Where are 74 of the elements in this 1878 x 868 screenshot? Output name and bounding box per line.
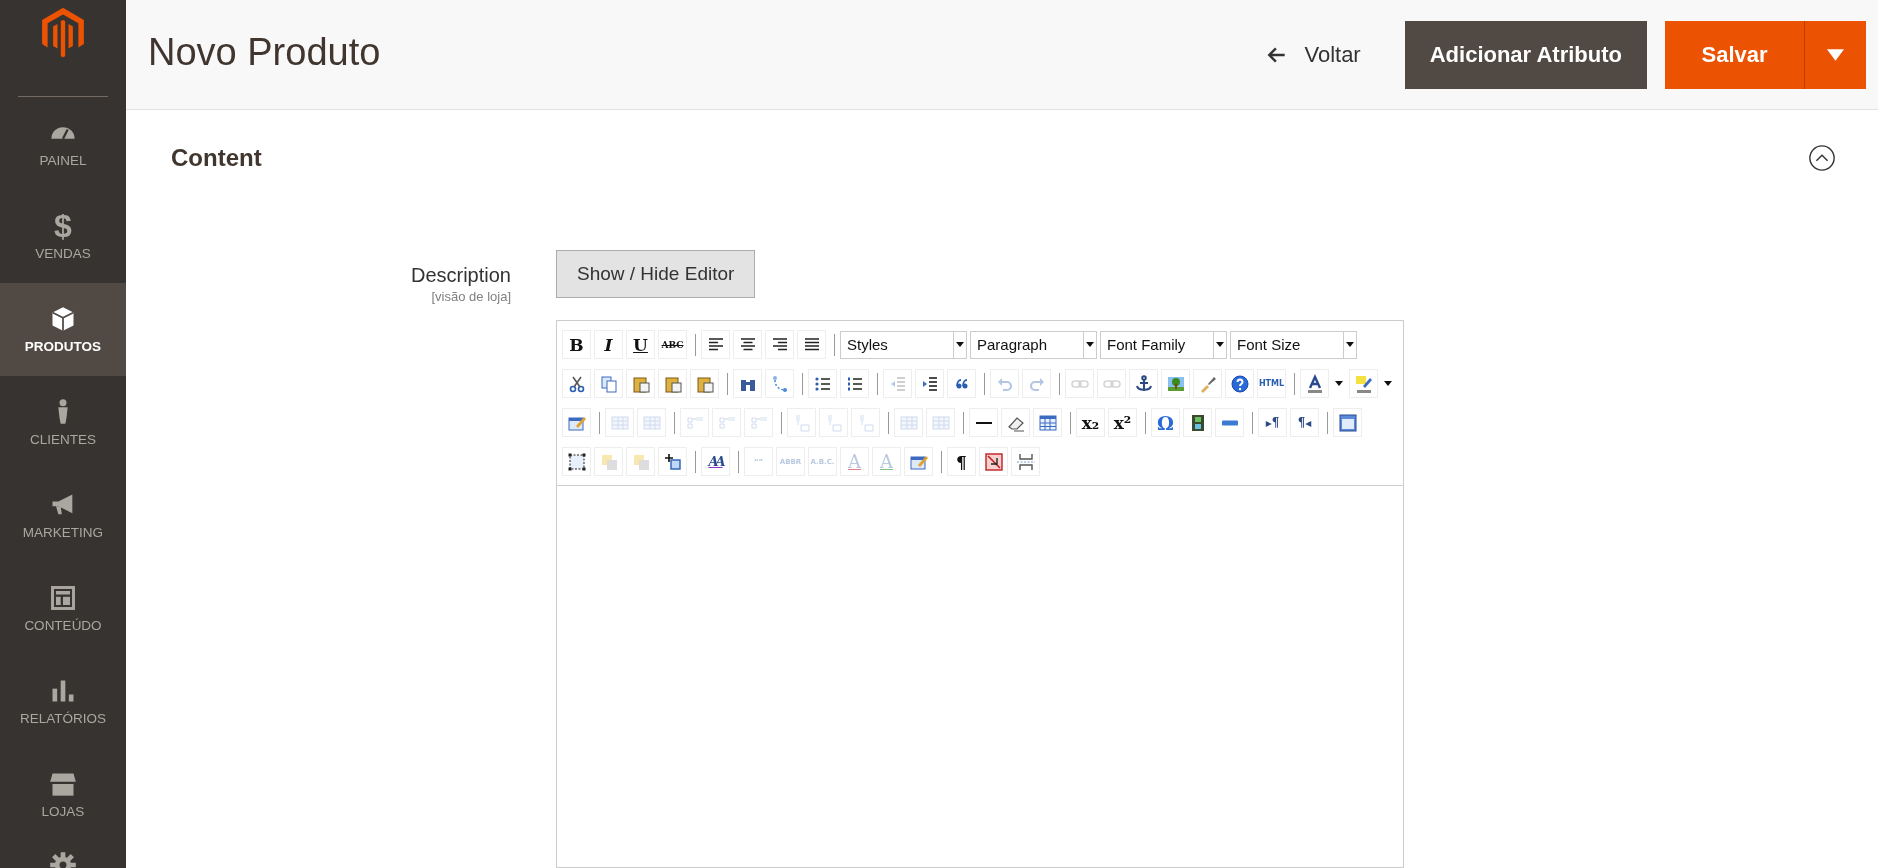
toolbar-button[interactable] [733,330,762,359]
sidebar-item[interactable]: PAINEL [0,97,126,190]
toolbar-button[interactable]: HTML [1257,369,1286,398]
toolbar-button[interactable]: U [626,330,655,359]
toolbar-button[interactable]: ▸¶ [1258,408,1287,437]
caret-icon [1346,342,1354,347]
caret-icon [1384,381,1392,386]
format-dropdown[interactable]: Font Family [1100,330,1227,359]
toolbar-button[interactable] [562,369,591,398]
sidebar-item[interactable]: CONTEÚDO [0,562,126,655]
toolbar-button[interactable]: Ω [1151,408,1180,437]
format-dropdown[interactable]: Paragraph [970,330,1097,359]
toolbar-button[interactable] [808,369,837,398]
toolbar-button[interactable]: x₂ [1076,408,1105,437]
toolbar-button[interactable] [1183,408,1212,437]
field-label: Description [410,264,511,287]
toolbar-button[interactable]: ABC [658,330,687,359]
sidebar-item[interactable]: $ VENDAS [0,190,126,283]
page-break-icon [1015,451,1036,472]
toolbar-button[interactable] [1225,369,1254,398]
help-icon [1229,373,1250,394]
format-dropdown[interactable]: Font Size [1230,330,1357,359]
toolbar-button[interactable] [562,447,591,476]
back-link[interactable]: Voltar [1266,41,1361,68]
show-hide-editor-button[interactable]: Show / Hide Editor [556,250,756,298]
cube-icon [49,305,77,333]
toolbar-button[interactable] [658,447,687,476]
section-title: Content [171,144,262,172]
toolbar-button[interactable] [797,330,826,359]
toolbar-button[interactable] [947,369,976,398]
toolbar-button[interactable] [1129,369,1158,398]
copy-icon [598,373,619,394]
caret-icon [1086,342,1094,347]
toolbar-button[interactable] [915,369,944,398]
sidebar-item[interactable]: MARKETING [0,469,126,562]
no-break-icon [983,451,1004,472]
toolbar-button[interactable] [701,330,730,359]
toolbar-button[interactable]: ¶◂ [1290,408,1319,437]
logo-icon [41,6,85,58]
layout-icon [49,584,77,612]
format-dropdown[interactable]: Styles [840,330,967,359]
toolbar-button[interactable]: AA [701,447,730,476]
toolbar-button[interactable] [733,369,762,398]
toolbar-button[interactable] [979,447,1008,476]
toolbar-button[interactable]: I [594,330,623,359]
toolbar-button[interactable] [1300,369,1329,398]
sidebar-item[interactable]: PRODUTOS [0,283,126,376]
window-icon [1337,412,1358,433]
bar-icon [1219,419,1240,426]
sidebar-item[interactable]: CLIENTES [0,376,126,469]
highlight-icon [1353,373,1374,394]
caret-icon [1216,342,1224,347]
sidebar-item[interactable]: LOJAS [0,748,126,841]
toolbar-button[interactable]: B [562,330,591,359]
page-title: Novo Produto [148,31,381,74]
caret-icon [956,342,964,347]
anchor-icon [1133,373,1154,394]
toolbar-button[interactable] [765,330,794,359]
toolbar-button[interactable] [969,408,998,437]
scope-note: [visão de loja] [431,289,511,304]
table-icon [1037,412,1058,433]
save-options-button[interactable] [1804,20,1866,89]
toolbar-button[interactable]: ¶ [947,447,976,476]
sidebar-item[interactable]: RELATÓRIOS [0,655,126,748]
caret-icon [1826,47,1845,62]
toolbar-button[interactable] [840,369,869,398]
caret-icon [1335,381,1343,386]
toolbar-button[interactable]: x² [1108,408,1137,437]
horizontal-line-icon [973,419,994,426]
selection-icon [566,451,587,472]
collapse-icon[interactable] [1808,144,1836,172]
add-box-icon [662,451,683,472]
save-button[interactable]: Salvar [1665,20,1804,89]
add-attribute-button[interactable]: Adicionar Atributo [1404,20,1647,89]
